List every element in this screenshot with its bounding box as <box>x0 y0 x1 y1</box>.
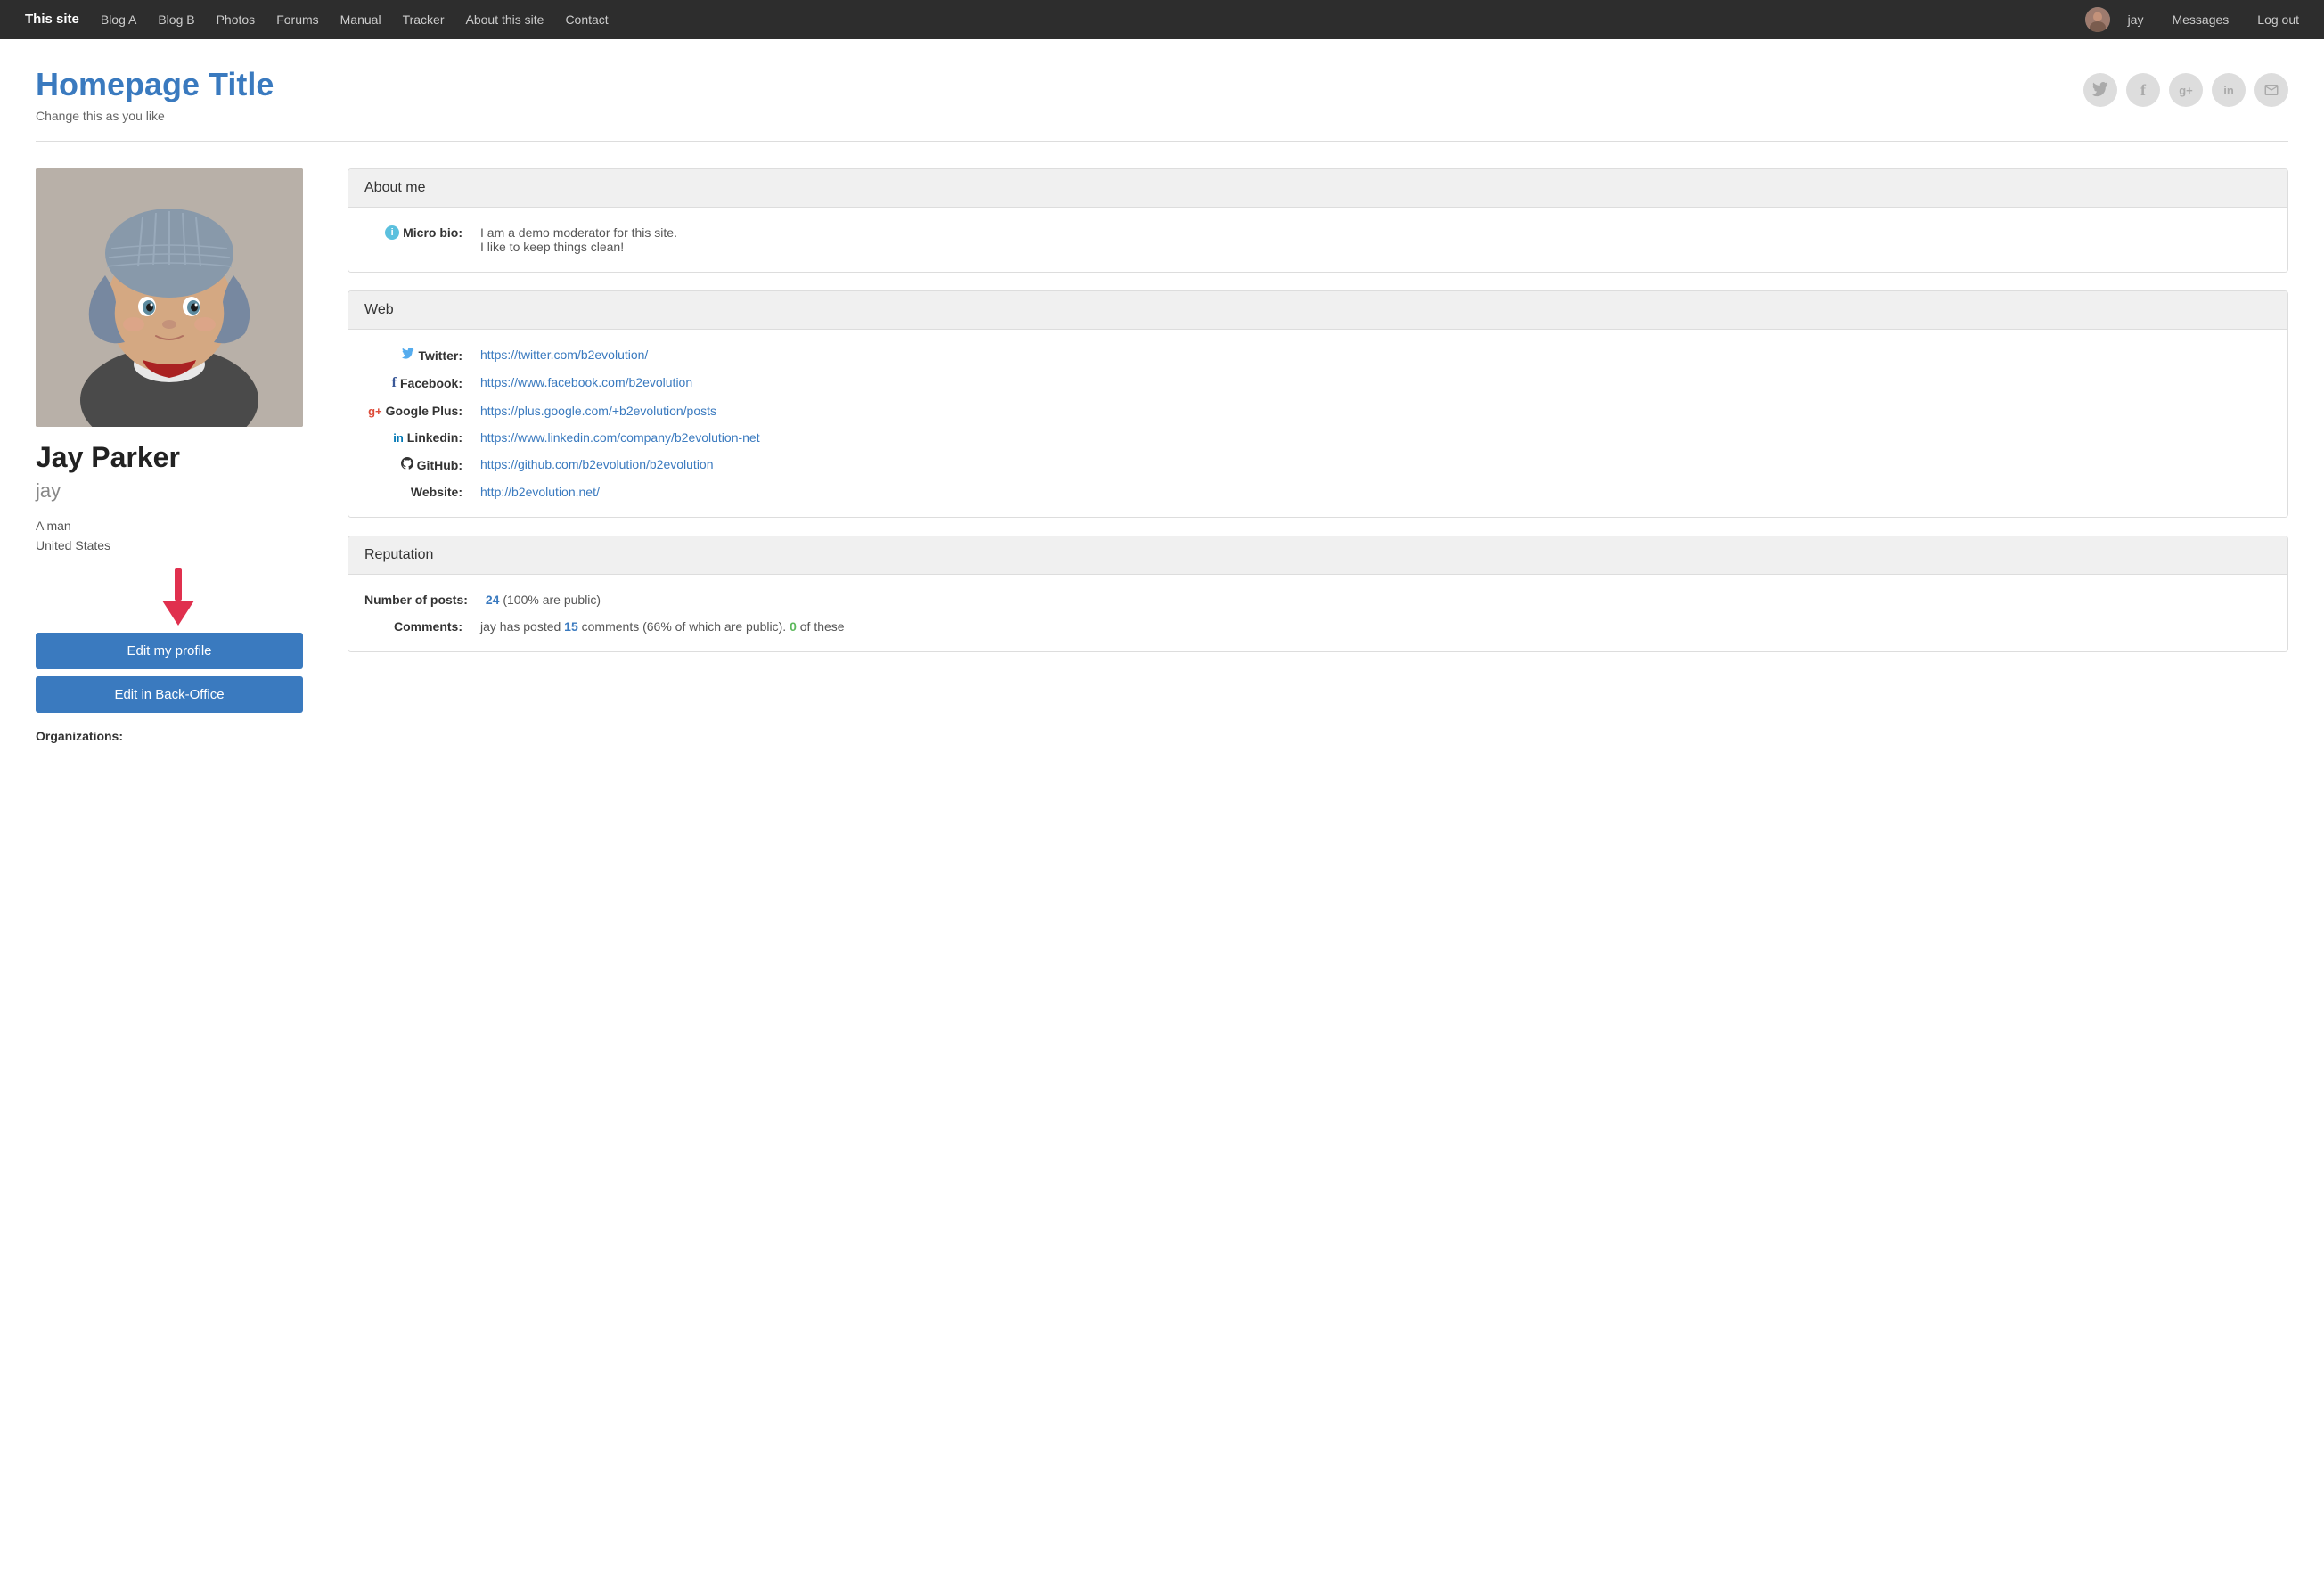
facebook-icon: f <box>392 375 397 391</box>
googleplus-value: https://plus.google.com/+b2evolution/pos… <box>480 404 2271 418</box>
social-icons: f g+ in <box>2083 73 2288 107</box>
googleplus-link[interactable]: https://plus.google.com/+b2evolution/pos… <box>480 404 716 418</box>
twitter-value: https://twitter.com/b2evolution/ <box>480 348 2271 362</box>
github-value: https://github.com/b2evolution/b2evoluti… <box>480 457 2271 471</box>
web-header: Web <box>348 291 2287 330</box>
twitter-label: Twitter: <box>364 348 471 363</box>
github-link[interactable]: https://github.com/b2evolution/b2evoluti… <box>480 457 714 471</box>
about-me-header: About me <box>348 169 2287 208</box>
homepage-title: Homepage Title <box>36 66 274 103</box>
googleplus-icon: g+ <box>368 405 382 418</box>
github-social-icon[interactable] <box>2254 73 2288 107</box>
website-label: Website: <box>364 485 471 499</box>
reputation-body: Number of posts: 24 (100% are public) Co… <box>348 575 2287 651</box>
twitter-row: Twitter: https://twitter.com/b2evolution… <box>364 348 2271 363</box>
github-label: GitHub: <box>364 457 471 472</box>
twitter-link[interactable]: https://twitter.com/b2evolution/ <box>480 348 648 362</box>
nav-blog-b[interactable]: Blog B <box>147 0 205 39</box>
nav-forums[interactable]: Forums <box>266 0 329 39</box>
profile-username: jay <box>36 479 321 503</box>
username-link[interactable]: jay <box>2117 0 2155 39</box>
posts-row: Number of posts: 24 (100% are public) <box>364 593 2271 607</box>
googleplus-social-icon[interactable]: g+ <box>2169 73 2203 107</box>
comments-value: jay has posted 15 comments (66% of which… <box>480 619 2271 634</box>
posts-value: 24 (100% are public) <box>486 593 2271 607</box>
navbar: This site Blog A Blog B Photos Forums Ma… <box>0 0 2324 39</box>
user-area: jay Messages Log out <box>2085 0 2310 39</box>
reputation-header: Reputation <box>348 536 2287 575</box>
nav-blog-a[interactable]: Blog A <box>90 0 147 39</box>
arrow-indicator <box>36 568 321 626</box>
nav-contact[interactable]: Contact <box>554 0 618 39</box>
nav-manual[interactable]: Manual <box>330 0 392 39</box>
facebook-link[interactable]: https://www.facebook.com/b2evolution <box>480 375 692 389</box>
nav-about[interactable]: About this site <box>455 0 555 39</box>
nav-tracker[interactable]: Tracker <box>392 0 455 39</box>
linkedin-icon: in <box>393 431 404 445</box>
user-avatar[interactable] <box>2085 7 2110 32</box>
reputation-card: Reputation Number of posts: 24 (100% are… <box>348 536 2288 652</box>
github-icon <box>401 457 413 472</box>
comments-label: Comments: <box>364 619 471 634</box>
website-value: http://b2evolution.net/ <box>480 485 2271 499</box>
organizations-label: Organizations: <box>36 729 321 743</box>
about-me-body: i Micro bio: I am a demo moderator for t… <box>348 208 2287 272</box>
facebook-value: https://www.facebook.com/b2evolution <box>480 375 2271 389</box>
micro-bio-value: I am a demo moderator for this site. I l… <box>480 225 2271 254</box>
profile-location: United States <box>36 538 321 552</box>
comments-row: Comments: jay has posted 15 comments (66… <box>364 619 2271 634</box>
about-me-card: About me i Micro bio: I am a demo modera… <box>348 168 2288 273</box>
profile-photo <box>36 168 303 427</box>
site-header: Homepage Title Change this as you like f… <box>0 39 2324 141</box>
github-row: GitHub: https://github.com/b2evolution/b… <box>364 457 2271 472</box>
linkedin-label: in Linkedin: <box>364 430 471 445</box>
facebook-social-icon[interactable]: f <box>2126 73 2160 107</box>
micro-bio-label: i Micro bio: <box>364 225 471 240</box>
twitter-icon <box>402 348 414 363</box>
web-card: Web Twitter: https://twitter.com/b2evolu… <box>348 290 2288 518</box>
posts-label: Number of posts: <box>364 593 477 607</box>
twitter-social-icon[interactable] <box>2083 73 2117 107</box>
googleplus-row: g+ Google Plus: https://plus.google.com/… <box>364 404 2271 418</box>
edit-backoffice-button[interactable]: Edit in Back-Office <box>36 676 303 713</box>
messages-link[interactable]: Messages <box>2161 0 2239 39</box>
website-link[interactable]: http://b2evolution.net/ <box>480 485 600 499</box>
site-title-link[interactable]: This site <box>14 0 90 39</box>
main-content: Jay Parker jay A man United States Edit … <box>0 142 2324 770</box>
web-body: Twitter: https://twitter.com/b2evolution… <box>348 330 2287 517</box>
right-column: About me i Micro bio: I am a demo modera… <box>348 168 2288 670</box>
edit-profile-button[interactable]: Edit my profile <box>36 633 303 669</box>
linkedin-social-icon[interactable]: in <box>2212 73 2246 107</box>
facebook-row: f Facebook: https://www.facebook.com/b2e… <box>364 375 2271 391</box>
profile-full-name: Jay Parker <box>36 441 321 474</box>
logout-link[interactable]: Log out <box>2246 0 2310 39</box>
profile-gender: A man <box>36 519 321 533</box>
left-column: Jay Parker jay A man United States Edit … <box>36 168 321 743</box>
micro-bio-row: i Micro bio: I am a demo moderator for t… <box>364 225 2271 254</box>
linkedin-row: in Linkedin: https://www.linkedin.com/co… <box>364 430 2271 445</box>
website-row: Website: http://b2evolution.net/ <box>364 485 2271 499</box>
linkedin-value: https://www.linkedin.com/company/b2evolu… <box>480 430 2271 445</box>
googleplus-label: g+ Google Plus: <box>364 404 471 418</box>
facebook-label: f Facebook: <box>364 375 471 391</box>
homepage-tagline: Change this as you like <box>36 109 274 123</box>
nav-photos[interactable]: Photos <box>206 0 266 39</box>
linkedin-link[interactable]: https://www.linkedin.com/company/b2evolu… <box>480 430 760 445</box>
info-icon: i <box>385 225 399 240</box>
